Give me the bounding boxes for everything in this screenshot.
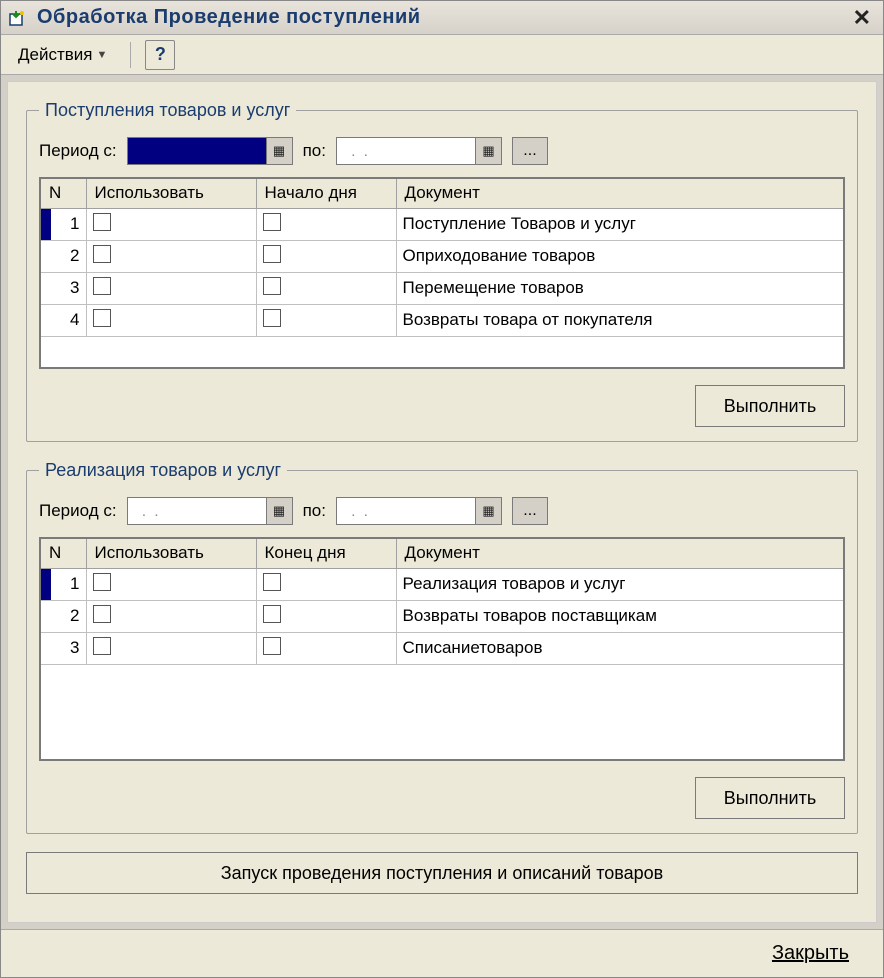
titlebar: Обработка Проведение поступлений ✕: [1, 1, 883, 35]
cell-doc: Перемещение товаров: [396, 272, 844, 304]
toolbar: Действия ▼ ?: [1, 35, 883, 75]
checkbox-use[interactable]: [93, 605, 111, 623]
table-row[interactable]: 1 Реализация товаров и услуг: [40, 568, 844, 600]
close-button[interactable]: Закрыть: [772, 942, 849, 965]
period-from-label: Период с:: [39, 501, 117, 521]
cell-doc: Реализация товаров и услуг: [396, 568, 844, 600]
app-icon: [7, 8, 27, 28]
help-button[interactable]: ?: [145, 40, 175, 70]
outgoing-table: N Использовать Конец дня Документ 1 Реал…: [39, 537, 845, 761]
calendar-icon[interactable]: ▦: [266, 498, 292, 524]
close-icon[interactable]: ✕: [847, 5, 877, 31]
checkbox-use[interactable]: [93, 213, 111, 231]
table-row[interactable]: 3 Списаниетоваров: [40, 632, 844, 664]
col-dayend[interactable]: Конец дня: [256, 538, 396, 568]
checkbox-dayend[interactable]: [263, 605, 281, 623]
checkbox-dayend[interactable]: [263, 637, 281, 655]
cell-doc: Оприходование товаров: [396, 240, 844, 272]
date-from-input[interactable]: [128, 498, 266, 524]
group-incoming: Поступления товаров и услуг Период с: ▦ …: [26, 100, 858, 442]
col-use[interactable]: Использовать: [86, 538, 256, 568]
calendar-icon[interactable]: ▦: [475, 138, 501, 164]
col-use[interactable]: Использовать: [86, 178, 256, 208]
checkbox-use[interactable]: [93, 245, 111, 263]
table-header-row: N Использовать Начало дня Документ: [40, 178, 844, 208]
table-row[interactable]: 2 Возвраты товаров поставщикам: [40, 600, 844, 632]
col-doc[interactable]: Документ: [396, 178, 844, 208]
table-row[interactable]: 1 Поступление Товаров и услуг: [40, 208, 844, 240]
period-select-button[interactable]: ...: [512, 497, 548, 525]
chevron-down-icon: ▼: [96, 49, 107, 61]
date-from-field: ▦: [127, 497, 293, 525]
execute-outgoing-button[interactable]: Выполнить: [695, 777, 845, 819]
col-daystart[interactable]: Начало дня: [256, 178, 396, 208]
cell-doc: Списаниетоваров: [396, 632, 844, 664]
checkbox-daystart[interactable]: [263, 309, 281, 327]
checkbox-daystart[interactable]: [263, 213, 281, 231]
col-doc[interactable]: Документ: [396, 538, 844, 568]
incoming-table: N Использовать Начало дня Документ 1 Пос…: [39, 177, 845, 369]
date-from-field: ▦: [127, 137, 293, 165]
help-icon: ?: [155, 44, 166, 65]
calendar-icon[interactable]: ▦: [475, 498, 501, 524]
execute-incoming-button[interactable]: Выполнить: [695, 385, 845, 427]
checkbox-use[interactable]: [93, 309, 111, 327]
checkbox-daystart[interactable]: [263, 277, 281, 295]
checkbox-daystart[interactable]: [263, 245, 281, 263]
dialog-window: Обработка Проведение поступлений ✕ Дейст…: [0, 0, 884, 978]
col-n[interactable]: N: [40, 538, 86, 568]
checkbox-use[interactable]: [93, 573, 111, 591]
content-area: Поступления товаров и услуг Период с: ▦ …: [7, 81, 877, 923]
run-all-button[interactable]: Запуск проведения поступления и описаний…: [26, 852, 858, 894]
period-to-label: по:: [303, 501, 326, 521]
cell-doc: Возвраты товара от покупателя: [396, 304, 844, 336]
table-row[interactable]: 4 Возвраты товара от покупателя: [40, 304, 844, 336]
group-outgoing: Реализация товаров и услуг Период с: ▦ п…: [26, 460, 858, 834]
cell-doc: Возвраты товаров поставщикам: [396, 600, 844, 632]
period-row-outgoing: Период с: ▦ по: ▦ ...: [39, 497, 845, 525]
period-from-label: Период с:: [39, 141, 117, 161]
actions-label: Действия: [18, 45, 92, 65]
group-outgoing-legend: Реализация товаров и услуг: [39, 460, 287, 481]
period-row-incoming: Период с: ▦ по: ▦ ...: [39, 137, 845, 165]
date-to-field: ▦: [336, 137, 502, 165]
date-to-input[interactable]: [337, 498, 475, 524]
table-row[interactable]: 2 Оприходование товаров: [40, 240, 844, 272]
table-header-row: N Использовать Конец дня Документ: [40, 538, 844, 568]
calendar-icon[interactable]: ▦: [266, 138, 292, 164]
group-incoming-legend: Поступления товаров и услуг: [39, 100, 296, 121]
footer: Закрыть: [1, 929, 883, 977]
period-select-button[interactable]: ...: [512, 137, 548, 165]
checkbox-use[interactable]: [93, 277, 111, 295]
period-to-label: по:: [303, 141, 326, 161]
table-row[interactable]: 3 Перемещение товаров: [40, 272, 844, 304]
cell-doc: Поступление Товаров и услуг: [396, 208, 844, 240]
col-n[interactable]: N: [40, 178, 86, 208]
window-title: Обработка Проведение поступлений: [37, 6, 847, 29]
date-from-input[interactable]: [128, 138, 266, 164]
date-to-field: ▦: [336, 497, 502, 525]
actions-menu-button[interactable]: Действия ▼: [9, 40, 116, 70]
checkbox-dayend[interactable]: [263, 573, 281, 591]
toolbar-separator: [130, 42, 131, 68]
date-to-input[interactable]: [337, 138, 475, 164]
checkbox-use[interactable]: [93, 637, 111, 655]
